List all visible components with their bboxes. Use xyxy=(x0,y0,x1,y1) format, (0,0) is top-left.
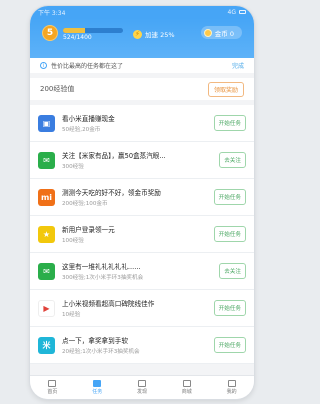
task-title: 这里有一堆礼礼礼礼礼...... xyxy=(62,263,141,271)
nav-item[interactable]: 商城 xyxy=(164,376,209,399)
nav-item[interactable]: 发现 xyxy=(120,376,165,399)
phone-screen: 下午 3:34 4G 5 524/1400 ⚡ 加速 25% 金币 0 i 性价… xyxy=(30,6,254,399)
nav-label: 商城 xyxy=(181,389,192,395)
task-action-button[interactable]: 去关注 xyxy=(219,152,246,168)
task-header: 5 524/1400 ⚡ 加速 25% 金币 0 xyxy=(30,18,254,58)
task-item[interactable]: 米点一下，拿奖拿到手软 20经验;1次小米手环3抽奖机会 开始任务 xyxy=(30,327,254,364)
network-indicator: 4G xyxy=(227,8,236,16)
task-item[interactable]: ✉ 关注【米家有品】，赢50盒蒸汽眼... 300经验 去关注 xyxy=(30,142,254,179)
task-reward: 200经验;100金币 xyxy=(62,201,108,207)
task-item[interactable]: ▶ 上小米视频看超高口碑院线佳作 10经验 开始任务 xyxy=(30,290,254,327)
xp-progress-fill xyxy=(63,28,86,33)
claim-reward-button[interactable]: 领取奖励 xyxy=(207,81,244,97)
bolt-icon: ⚡ xyxy=(133,29,142,39)
task-item[interactable]: ✉ 这里有一堆礼礼礼礼礼...... 300经验;1次小米手环3抽奖机会 去关注 xyxy=(30,253,254,290)
bonus-indicator: ⚡ 加速 25% xyxy=(133,29,175,39)
bottom-nav: 首页 任务 发现 商城 我的 xyxy=(30,375,254,399)
mi-icon: mi xyxy=(38,188,55,206)
task-list: ▣ 看小米直播赚现金 50经验,20金币 开始任务 ✉ 关注【米家有品】，赢50盒蒸汽眼.… xyxy=(30,105,254,364)
gift-icon: ★ xyxy=(38,225,55,243)
info-icon: i xyxy=(40,62,47,69)
nav-label: 发现 xyxy=(136,389,147,395)
mi-app-icon: 米 xyxy=(38,336,55,354)
nav-item[interactable]: 首页 xyxy=(30,376,75,399)
wechat-icon: ✉ xyxy=(38,262,55,280)
nav-label: 任务 xyxy=(92,389,103,395)
task-item[interactable]: ▣ 看小米直播赚现金 50经验,20金币 开始任务 xyxy=(30,105,254,142)
xp-progress: 524/1400 xyxy=(63,28,123,41)
task-reward: 300经验 xyxy=(62,164,84,170)
task-title: 关注【米家有品】，赢50盒蒸汽眼... xyxy=(62,152,166,160)
task-item[interactable]: ★ 新用户登录领一元 100经验 开始任务 xyxy=(30,216,254,253)
task-reward: 50经验,20金币 xyxy=(62,127,101,133)
coin-text: 金币 0 xyxy=(214,29,234,38)
task-action-button[interactable]: 开始任务 xyxy=(213,337,246,353)
task-title: 看小米直播赚现金 xyxy=(62,115,115,123)
task-title: 点一下，拿奖拿到手软 xyxy=(62,337,128,345)
task-title: 新用户登录领一元 xyxy=(62,226,115,234)
status-bar: 下午 3:34 4G xyxy=(30,6,254,18)
bonus-text: 加速 25% xyxy=(145,31,175,39)
nav-item[interactable]: 任务 xyxy=(75,376,120,399)
task-action-button[interactable]: 开始任务 xyxy=(213,300,246,316)
task-reward: 300经验;1次小米手环3抽奖机会 xyxy=(62,275,144,281)
shop-icon xyxy=(182,380,191,387)
task-banner[interactable]: i 性价比最高的任务都在这了 完成 xyxy=(30,58,254,73)
coin-balance[interactable]: 金币 0 xyxy=(200,26,242,39)
task-reward: 10经验 xyxy=(62,312,81,318)
xp-reward-row: 200经验值 领取奖励 xyxy=(30,78,254,100)
banner-text: 性价比最高的任务都在这了 xyxy=(51,63,124,70)
task-title: 上小米视频看超高口碑院线佳作 xyxy=(62,300,155,308)
status-time: 下午 3:34 xyxy=(38,9,66,17)
nav-label: 我的 xyxy=(226,389,237,395)
discover-icon xyxy=(137,380,146,387)
nav-item[interactable]: 我的 xyxy=(209,376,254,399)
tv-icon: ▣ xyxy=(38,114,55,132)
task-reward: 20经验;1次小米手环3抽奖机会 xyxy=(62,349,140,355)
profile-icon xyxy=(227,380,236,387)
task-item[interactable]: mi 测测今天吃的好不好，领金币奖励 200经验;100金币 开始任务 xyxy=(30,179,254,216)
task-title: 测测今天吃的好不好，领金币奖励 xyxy=(62,189,161,197)
banner-action[interactable]: 完成 xyxy=(232,61,244,70)
task-action-button[interactable]: 开始任务 xyxy=(213,115,246,131)
task-reward: 100经验 xyxy=(62,238,84,244)
play-icon: ▶ xyxy=(38,299,55,317)
xp-reward-label: 200经验值 xyxy=(40,85,75,93)
task-icon xyxy=(93,380,102,387)
xp-text: 524/1400 xyxy=(63,34,92,41)
home-icon xyxy=(48,380,57,387)
wechat-icon: ✉ xyxy=(38,151,55,169)
coin-icon xyxy=(203,28,212,37)
nav-label: 首页 xyxy=(47,389,58,395)
battery-icon xyxy=(239,10,246,14)
level-badge: 5 xyxy=(42,25,58,41)
task-action-button[interactable]: 开始任务 xyxy=(213,226,246,242)
task-action-button[interactable]: 去关注 xyxy=(219,263,246,279)
task-action-button[interactable]: 开始任务 xyxy=(213,189,246,205)
